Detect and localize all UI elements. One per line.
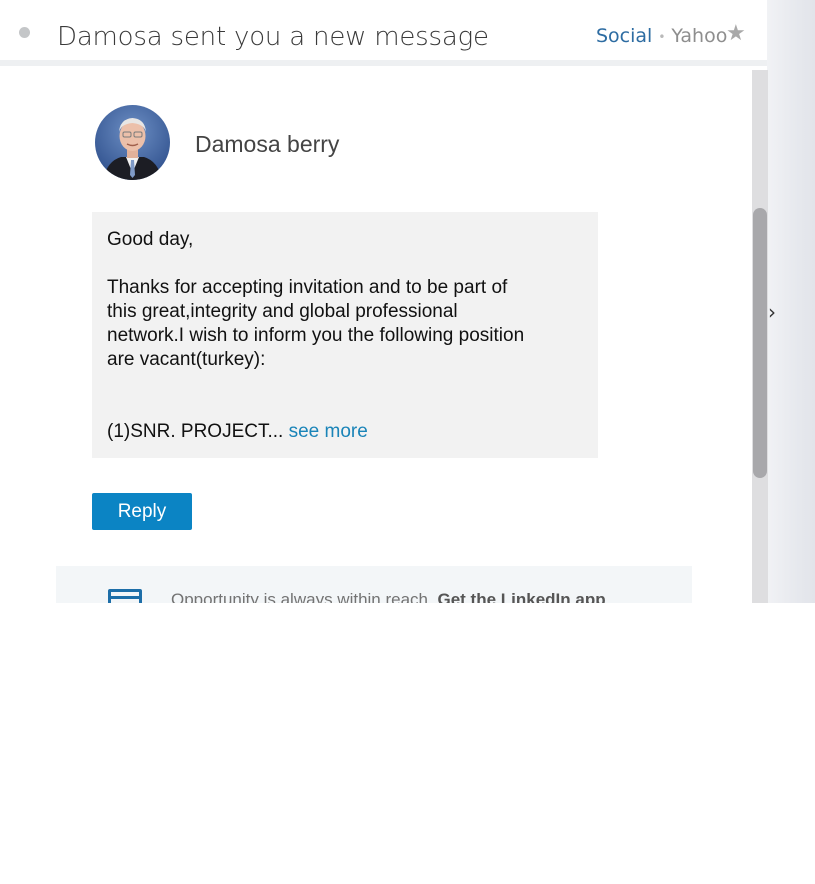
folder-social-link[interactable]: Social xyxy=(596,25,652,47)
sender-name[interactable]: Damosa berry xyxy=(195,131,339,158)
avatar-photo xyxy=(95,105,170,180)
folder-separator: • xyxy=(658,29,666,44)
chevron-right-icon[interactable]: › xyxy=(768,300,776,324)
see-more-link[interactable]: see more xyxy=(289,421,368,442)
message-text: Thanks for accepting invitation and to b… xyxy=(107,277,525,370)
message-greeting: Good day, xyxy=(107,229,194,250)
app-promo-text: Opportunity is always within reach. Get … xyxy=(171,590,606,603)
avatar[interactable] xyxy=(95,105,170,180)
message-excerpt-line: (1)SNR. PROJECT... see more xyxy=(107,420,583,444)
folder-yahoo-link[interactable]: Yahoo xyxy=(671,25,727,47)
message-body: Good day, Thanks for accepting invitatio… xyxy=(92,212,598,458)
reply-button[interactable]: Reply xyxy=(92,493,192,530)
get-app-link[interactable]: Get the LinkedIn app xyxy=(437,590,605,603)
star-icon[interactable]: ★ xyxy=(726,20,746,46)
unread-dot-icon[interactable] xyxy=(19,27,30,38)
message-excerpt: (1)SNR. PROJECT... xyxy=(107,421,284,442)
mobile-app-icon xyxy=(108,589,142,603)
message-subject: Damosa sent you a new message xyxy=(57,22,489,52)
app-promo-message: Opportunity is always within reach. xyxy=(171,590,433,603)
scrollbar-thumb[interactable] xyxy=(753,208,767,478)
app-promo-banner: Opportunity is always within reach. Get … xyxy=(56,566,692,603)
folder-labels: Social • Yahoo xyxy=(596,25,727,47)
message-header: Damosa sent you a new message Social • Yah… xyxy=(0,0,767,66)
